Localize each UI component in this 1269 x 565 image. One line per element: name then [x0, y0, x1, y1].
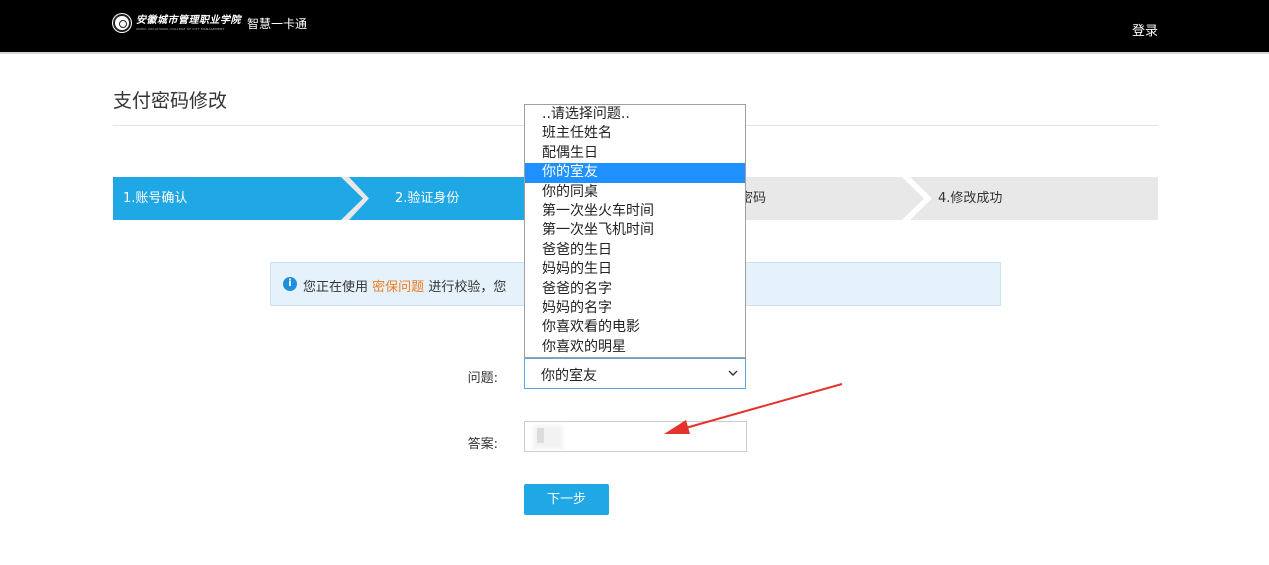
- question-option[interactable]: 你的同桌: [525, 183, 745, 202]
- chevron-down-icon: [728, 370, 738, 376]
- security-question-value: 你的室友: [541, 368, 597, 384]
- question-option[interactable]: ..请选择问题..: [525, 105, 745, 124]
- step-4: 4.修改成功: [938, 177, 1088, 220]
- school-name: 安徽城市管理职业学院 ANHUI VOCATIONAL COLLEGE OF C…: [136, 15, 241, 32]
- school-name-en: ANHUI VOCATIONAL COLLEGE OF CITY MANAGEM…: [136, 26, 225, 31]
- security-question-options[interactable]: ..请选择问题.. 班主任姓名 配偶生日 你的室友 你的同桌 第一次坐火车时间 第一次坐飞机…: [524, 104, 746, 358]
- step-3: 密码: [740, 177, 890, 220]
- step-2-label: 2.验证身份: [395, 191, 460, 206]
- question-option[interactable]: 你喜欢看的电影: [525, 318, 745, 337]
- question-option[interactable]: 你喜欢的明星: [525, 338, 745, 357]
- question-option[interactable]: 配偶生日: [525, 144, 745, 163]
- question-option[interactable]: 你的室友: [525, 163, 745, 183]
- question-label: 问题:: [467, 371, 498, 386]
- question-option[interactable]: 第一次坐飞机时间: [525, 221, 745, 240]
- question-option[interactable]: 班主任姓名: [525, 124, 745, 143]
- question-option[interactable]: 妈妈的生日: [525, 260, 745, 279]
- question-option[interactable]: 爸爸的生日: [525, 241, 745, 260]
- notice-method: 密保问题: [372, 280, 425, 295]
- step-separator: [902, 177, 932, 220]
- notice-text: 您正在使用 密保问题 进行校验，您: [303, 276, 506, 295]
- step-1: 1.账号确认: [113, 177, 363, 220]
- next-step-button[interactable]: 下一步: [524, 484, 609, 515]
- notice-prefix: 您正在使用: [303, 280, 369, 295]
- info-icon: i: [283, 277, 297, 291]
- question-option[interactable]: 第一次坐火车时间: [525, 202, 745, 221]
- school-seal-icon: [113, 14, 131, 32]
- security-question-select[interactable]: 你的室友: [524, 358, 746, 389]
- step-1-label: 1.账号确认: [123, 191, 188, 206]
- notice-suffix: 进行校验，您: [428, 280, 507, 295]
- answer-input[interactable]: [525, 422, 746, 451]
- page-title: 支付密码修改: [113, 90, 228, 112]
- answer-label: 答案:: [467, 437, 498, 452]
- question-option[interactable]: 爸爸的名字: [525, 280, 745, 299]
- login-link[interactable]: 登录: [1132, 20, 1158, 39]
- question-option[interactable]: 妈妈的名字: [525, 299, 745, 318]
- top-navbar: 安徽城市管理职业学院 ANHUI VOCATIONAL COLLEGE OF C…: [0, 0, 1269, 54]
- school-logo[interactable]: 安徽城市管理职业学院 ANHUI VOCATIONAL COLLEGE OF C…: [113, 14, 307, 32]
- app-name: 智慧一卡通: [247, 16, 308, 31]
- step-4-label: 4.修改成功: [938, 191, 1003, 206]
- school-name-cn: 安徽城市管理职业学院: [136, 14, 241, 26]
- answer-field[interactable]: [524, 421, 747, 452]
